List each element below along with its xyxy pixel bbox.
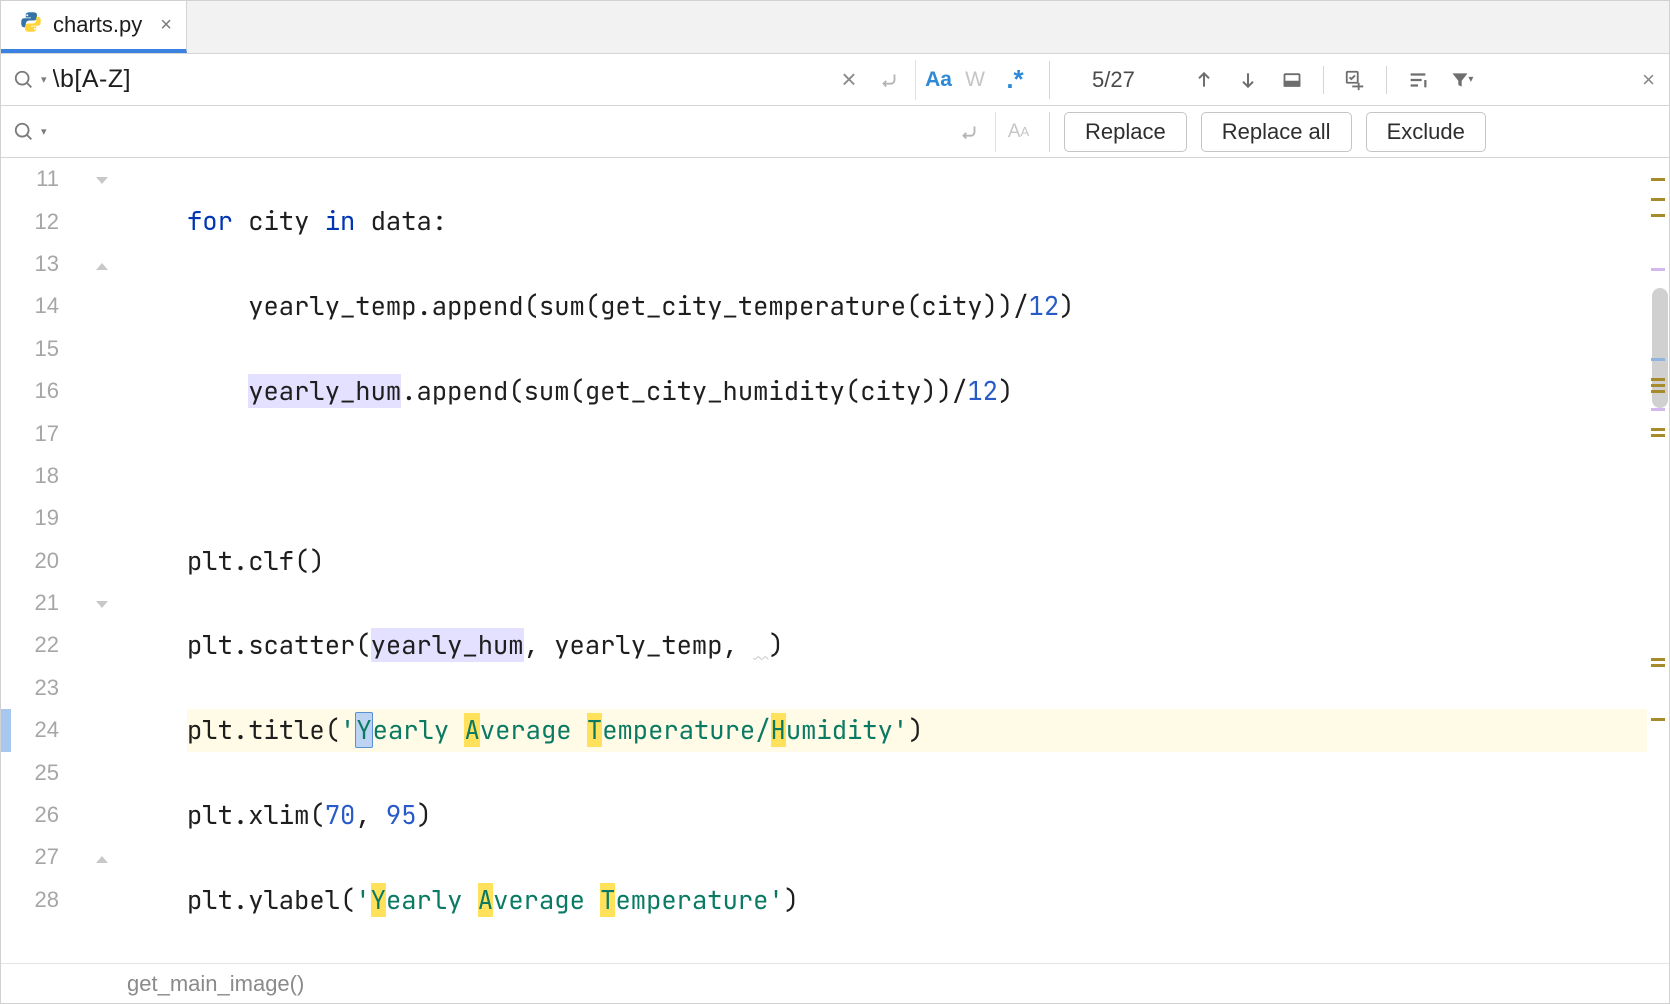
breadcrumb-bar[interactable]: get_main_image() — [1, 963, 1669, 1003]
marker[interactable] — [1651, 408, 1665, 411]
line-number: 23 — [1, 667, 117, 709]
fold-open-icon[interactable] — [93, 170, 111, 188]
separator — [1323, 66, 1324, 94]
tab-close-icon[interactable]: × — [160, 14, 172, 37]
line-number: 21 — [1, 582, 117, 624]
marker[interactable] — [1651, 178, 1665, 181]
code-editor[interactable]: 11 12 13 14 15 16 17 18 19 20 21 22 23 2… — [1, 158, 1669, 963]
marker[interactable] — [1651, 198, 1665, 201]
line-number: 14 — [1, 285, 117, 327]
preserve-case-toggle[interactable]: AA — [995, 112, 1035, 152]
filter-icon[interactable]: ▾ — [1443, 61, 1481, 99]
replace-bar: ▾ AA Replace Replace all Exclude — [1, 106, 1669, 158]
gutter: 11 12 13 14 15 16 17 18 19 20 21 22 23 2… — [1, 158, 117, 963]
match-count: 5/27 — [1092, 67, 1135, 93]
fold-close-icon[interactable] — [93, 255, 111, 273]
line-number: 12 — [1, 200, 117, 242]
exclude-button[interactable]: Exclude — [1366, 112, 1486, 152]
line-number: 19 — [1, 497, 117, 539]
replace-icon[interactable] — [13, 121, 35, 143]
marker[interactable] — [1651, 718, 1665, 721]
line-number: 25 — [1, 751, 117, 793]
code-area[interactable]: for city in data: yearly_temp.append(sum… — [117, 158, 1669, 963]
clear-search-icon[interactable]: × — [829, 60, 869, 100]
code-line[interactable]: plt.xlim(70, 95) — [187, 794, 1669, 836]
marker-strip[interactable] — [1647, 158, 1669, 963]
code-line[interactable]: plt.ylabel('Yearly Average Temperature') — [187, 879, 1669, 921]
marker[interactable] — [1651, 658, 1665, 661]
line-number: 28 — [1, 879, 117, 921]
code-line[interactable]: yearly_temp.append(sum(get_city_temperat… — [187, 285, 1669, 327]
tab-strip: charts.py × — [1, 1, 1669, 54]
code-line[interactable]: plt.title('Yearly Average Temperature/Hu… — [187, 709, 1669, 751]
replace-input[interactable] — [53, 117, 949, 146]
line-number: 13 — [1, 243, 117, 285]
line-number: 26 — [1, 794, 117, 836]
search-history-dropdown-icon[interactable]: ▾ — [41, 73, 47, 86]
search-newline-icon[interactable] — [869, 60, 909, 100]
prev-match-icon[interactable] — [1185, 61, 1223, 99]
marker[interactable] — [1651, 268, 1665, 271]
line-number: 18 — [1, 455, 117, 497]
search-icon[interactable] — [13, 69, 35, 91]
replace-newline-icon[interactable] — [949, 112, 989, 152]
find-bar: ▾ × Aa W .* 5/27 ▾ × — [1, 54, 1669, 106]
code-line[interactable]: yearly_hum.append(sum(get_city_humidity(… — [187, 370, 1669, 412]
code-line[interactable]: plt.scatter(yearly_hum, yearly_temp, ) — [187, 624, 1669, 666]
line-number: 27 — [1, 836, 117, 878]
close-find-icon[interactable]: × — [1642, 67, 1655, 93]
select-all-occurrences-icon[interactable] — [1336, 61, 1374, 99]
marker[interactable] — [1651, 358, 1665, 361]
next-match-icon[interactable] — [1229, 61, 1267, 99]
fold-open-icon[interactable] — [93, 594, 111, 612]
line-number: 24 — [1, 709, 117, 751]
code-line[interactable]: for city in data: — [187, 200, 1669, 242]
line-number: 20 — [1, 540, 117, 582]
match-case-toggle[interactable]: Aa — [915, 60, 955, 100]
replace-all-button[interactable]: Replace all — [1201, 112, 1352, 152]
find-input[interactable] — [53, 65, 829, 94]
line-number: 15 — [1, 328, 117, 370]
line-number: 11 — [1, 158, 117, 200]
whole-words-toggle[interactable]: W — [955, 60, 995, 100]
marker[interactable] — [1651, 390, 1665, 393]
open-in-window-icon[interactable] — [1273, 61, 1311, 99]
separator — [1386, 66, 1387, 94]
marker[interactable] — [1651, 428, 1665, 431]
line-number — [1, 921, 117, 963]
code-line[interactable]: plt.clf() — [187, 540, 1669, 582]
replace-button[interactable]: Replace — [1064, 112, 1187, 152]
breadcrumb-function[interactable]: get_main_image() — [127, 971, 304, 997]
line-number: 22 — [1, 624, 117, 666]
marker[interactable] — [1651, 664, 1665, 667]
show-filter-lines-icon[interactable] — [1399, 61, 1437, 99]
tab-charts-py[interactable]: charts.py × — [1, 1, 187, 53]
replace-history-dropdown-icon[interactable]: ▾ — [41, 125, 47, 138]
marker[interactable] — [1651, 214, 1665, 217]
python-icon — [19, 10, 43, 40]
marker[interactable] — [1651, 378, 1665, 381]
line-number: 17 — [1, 412, 117, 454]
tab-filename: charts.py — [53, 12, 142, 38]
marker[interactable] — [1651, 434, 1665, 437]
fold-close-icon[interactable] — [93, 848, 111, 866]
marker[interactable] — [1651, 384, 1665, 387]
regex-toggle[interactable]: .* — [995, 60, 1035, 100]
code-line[interactable] — [187, 455, 1669, 497]
line-number: 16 — [1, 370, 117, 412]
